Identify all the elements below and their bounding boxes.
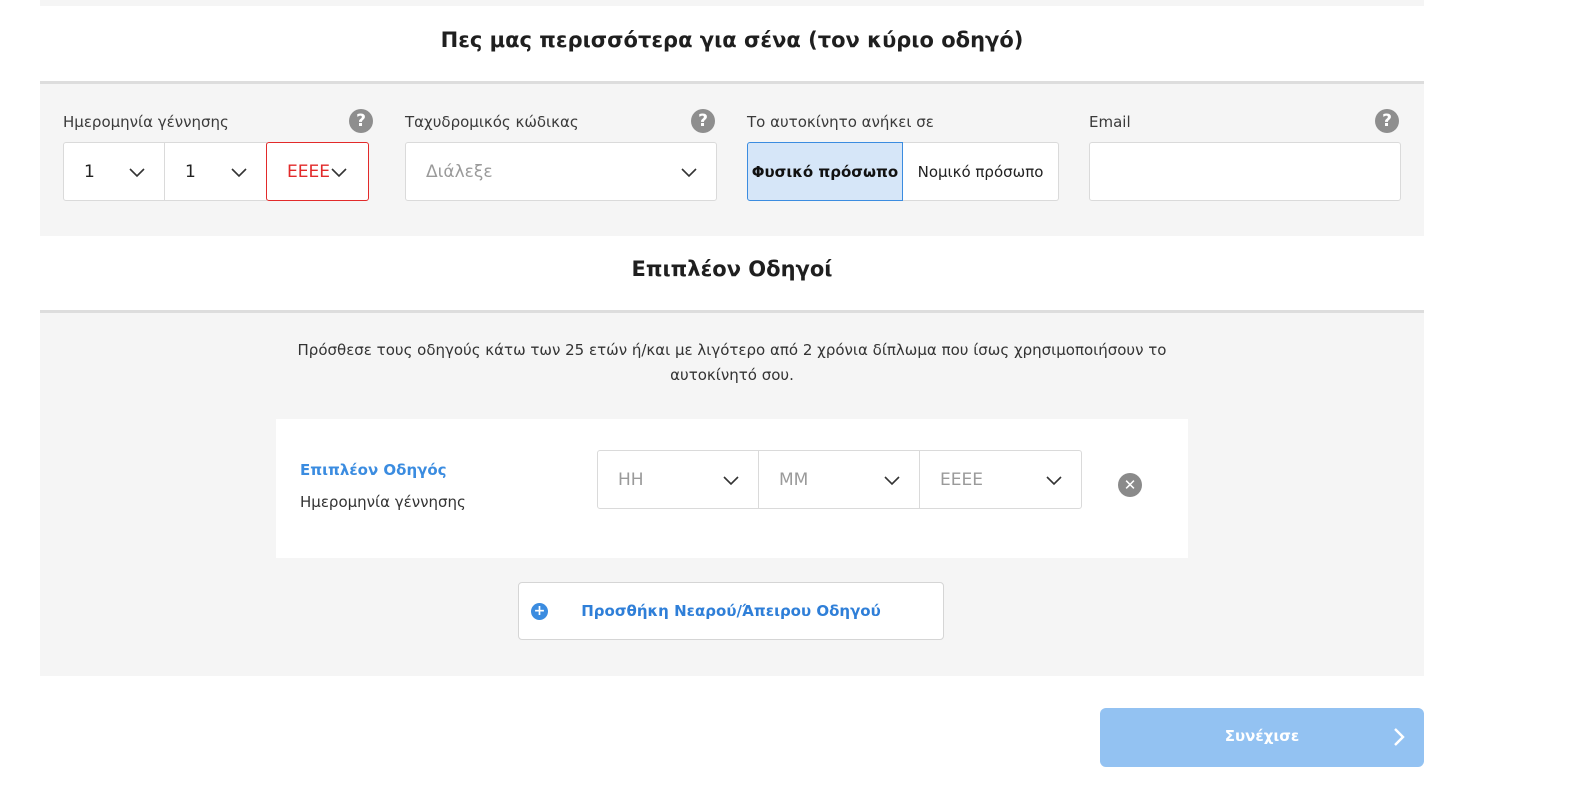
chevron-right-icon	[1394, 728, 1405, 746]
owner-option-natural-person[interactable]: Φυσικό πρόσωπο	[747, 142, 903, 201]
close-circle-icon[interactable]: ✕	[1118, 473, 1142, 497]
chevron-down-icon	[331, 167, 347, 177]
chevron-down-icon	[231, 167, 247, 177]
postal-label: Ταχυδρομικός κώδικας	[405, 113, 579, 131]
chevron-down-icon	[681, 167, 697, 177]
continue-button[interactable]: Συνέχισε	[1100, 708, 1424, 767]
top-strip	[40, 0, 1424, 6]
main-driver-title: Πες μας περισσότερα για σένα (τον κύριο …	[440, 28, 1024, 52]
extra-dob-day-select[interactable]: ΗΗ	[597, 450, 759, 509]
extra-dob-day-placeholder: ΗΗ	[618, 469, 644, 490]
dob-year-select[interactable]: ΕΕΕΕ	[266, 142, 369, 201]
chevron-down-icon	[1046, 475, 1062, 485]
postal-placeholder: Διάλεξε	[426, 161, 493, 182]
question-icon[interactable]: ?	[691, 109, 715, 133]
question-icon[interactable]: ?	[349, 109, 373, 133]
extra-driver-title[interactable]: Επιπλέον Οδηγός	[300, 461, 447, 479]
chevron-down-icon	[129, 167, 145, 177]
continue-label: Συνέχισε	[1224, 727, 1300, 745]
dob-day-value: 1	[84, 161, 95, 182]
dob-month-value: 1	[185, 161, 196, 182]
owner-option-legal-entity[interactable]: Νομικό πρόσωπο	[903, 142, 1059, 201]
extra-dob-year-select[interactable]: ΕΕΕΕ	[919, 450, 1082, 509]
owner-label: Το αυτοκίνητο ανήκει σε	[747, 113, 934, 131]
chevron-down-icon	[723, 475, 739, 485]
email-field[interactable]	[1089, 142, 1401, 201]
extra-drivers-title: Επιπλέον Οδηγοί	[631, 257, 833, 281]
question-icon[interactable]: ?	[1375, 109, 1399, 133]
add-young-driver-button[interactable]: + Προσθήκη Νεαρού/Άπειρου Οδηγού	[518, 582, 944, 640]
email-label: Email	[1089, 113, 1131, 131]
dob-month-select[interactable]: 1	[164, 142, 267, 201]
dob-label: Ημερομηνία γέννησης	[63, 113, 229, 131]
extra-dob-month-select[interactable]: ΜΜ	[758, 450, 920, 509]
extra-dob-month-placeholder: ΜΜ	[779, 469, 809, 490]
extra-dob-year-placeholder: ΕΕΕΕ	[940, 469, 983, 490]
dob-day-select[interactable]: 1	[63, 142, 165, 201]
chevron-down-icon	[884, 475, 900, 485]
extra-driver-dob-label: Ημερομηνία γέννησης	[300, 493, 466, 511]
dob-year-placeholder: ΕΕΕΕ	[287, 161, 330, 182]
postal-select[interactable]: Διάλεξε	[405, 142, 717, 201]
extra-drivers-intro: Πρόσθεσε τους οδηγούς κάτω των 25 ετών ή…	[297, 341, 1167, 384]
add-young-driver-label: Προσθήκη Νεαρού/Άπειρου Οδηγού	[581, 602, 881, 620]
